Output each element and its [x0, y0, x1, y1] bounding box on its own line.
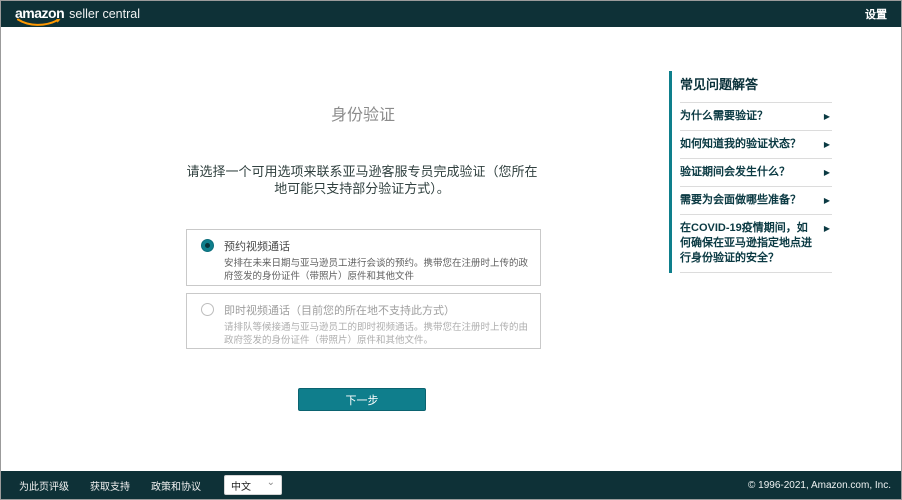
- faq-question: 验证期间会发生什么？: [680, 165, 812, 180]
- arrow-right-icon: ▶: [824, 137, 830, 149]
- option-title: 即时视频通话（目前您的所在地不支持此方式）: [224, 302, 530, 318]
- faq-question: 需要为会面做哪些准备？: [680, 193, 812, 208]
- footer-link-get-support[interactable]: 获取支持: [90, 478, 130, 493]
- faq-title: 常见问题解答: [680, 71, 832, 102]
- footer-link-rate-page[interactable]: 为此页评级: [19, 478, 69, 493]
- faq-question: 在COVID-19疫情期间，如何确保在亚马逊指定地点进行身份验证的安全？: [680, 221, 812, 266]
- settings-link[interactable]: 设置: [865, 6, 887, 22]
- instruction-text: 请选择一个可用选项来联系亚马逊客服专员完成验证（您所在地可能只支持部分验证方式）…: [183, 163, 541, 197]
- faq-panel: 常见问题解答 为什么需要验证？ ▶ 如何知道我的验证状态？ ▶ 验证期间会发生什…: [669, 71, 832, 273]
- seller-central-text: seller central: [69, 7, 140, 21]
- arrow-right-icon: ▶: [824, 109, 830, 121]
- language-value: 中文: [231, 478, 251, 493]
- amazon-smile-icon: [17, 18, 61, 27]
- option-title: 预约视频通话: [224, 238, 530, 254]
- option-body: 预约视频通话 安排在未来日期与亚马逊员工进行会谈的预约。携带您在注册时上传的政府…: [224, 238, 530, 278]
- page-title: 身份验证: [181, 101, 545, 125]
- language-selector[interactable]: 中文 ⌄: [224, 475, 282, 495]
- faq-item-covid-safety[interactable]: 在COVID-19疫情期间，如何确保在亚马逊指定地点进行身份验证的安全？ ▶: [680, 214, 832, 273]
- faq-item-verification-status[interactable]: 如何知道我的验证状态？ ▶: [680, 130, 832, 158]
- next-button[interactable]: 下一步: [298, 388, 426, 411]
- faq-item-why-verify[interactable]: 为什么需要验证？ ▶: [680, 102, 832, 130]
- arrow-right-icon: ▶: [824, 193, 830, 205]
- option-scheduled-video-call[interactable]: 预约视频通话 安排在未来日期与亚马逊员工进行会谈的预约。携带您在注册时上传的政府…: [186, 229, 541, 286]
- faq-item-meeting-prep[interactable]: 需要为会面做哪些准备？ ▶: [680, 186, 832, 214]
- amazon-seller-central-logo[interactable]: amazon seller central: [15, 5, 140, 23]
- copyright-text: © 1996-2021, Amazon.com, Inc.: [748, 480, 891, 491]
- arrow-right-icon: ▶: [824, 221, 830, 233]
- browser-window: amazon seller central 设置 身份验证 请选择一个可用选项来…: [0, 0, 902, 500]
- chevron-down-icon: ⌄: [267, 480, 275, 486]
- faq-question: 如何知道我的验证状态？: [680, 137, 812, 152]
- radio-unselected-icon[interactable]: [201, 303, 214, 316]
- footer-link-policies[interactable]: 政策和协议: [151, 478, 201, 493]
- arrow-right-icon: ▶: [824, 165, 830, 177]
- faq-item-what-happens[interactable]: 验证期间会发生什么？ ▶: [680, 158, 832, 186]
- faq-question: 为什么需要验证？: [680, 109, 812, 124]
- option-description: 请排队等候接通与亚马逊员工的即时视频通话。携带您在注册时上传的由政府签发的身份证…: [224, 321, 530, 347]
- option-description: 安排在未来日期与亚马逊员工进行会谈的预约。携带您在注册时上传的政府签发的身份证件…: [224, 257, 530, 283]
- option-instant-video-call[interactable]: 即时视频通话（目前您的所在地不支持此方式） 请排队等候接通与亚马逊员工的即时视频…: [186, 293, 541, 349]
- amazon-logo: amazon: [15, 5, 64, 23]
- top-header: amazon seller central 设置: [1, 1, 901, 27]
- option-body: 即时视频通话（目前您的所在地不支持此方式） 请排队等候接通与亚马逊员工的即时视频…: [224, 302, 530, 341]
- radio-selected-icon[interactable]: [201, 239, 214, 252]
- footer: 为此页评级 获取支持 政策和协议 中文 ⌄ © 1996-2021, Amazo…: [1, 471, 901, 499]
